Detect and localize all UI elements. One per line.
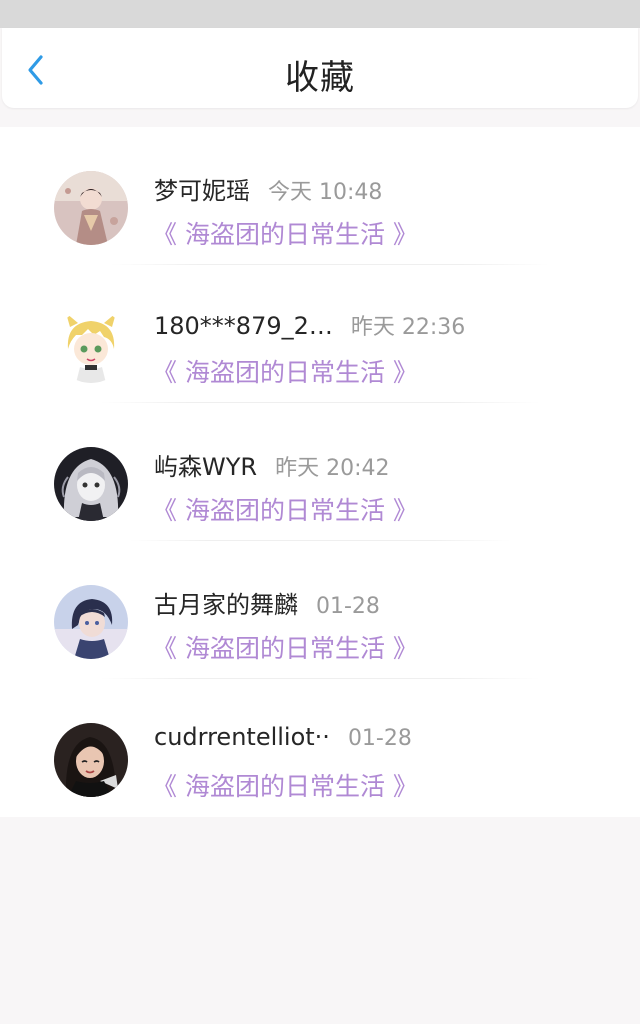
user-name[interactable]: 梦可妮瑶 (154, 171, 250, 206)
avatar[interactable] (54, 585, 128, 659)
user-name[interactable]: 古月家的舞麟 (154, 585, 298, 620)
timestamp: 01-28 (347, 726, 412, 751)
avatar[interactable] (54, 309, 128, 383)
avatar[interactable] (54, 447, 128, 521)
user-name[interactable]: 180***879_2… (154, 312, 333, 340)
name-row: 180***879_2… 昨天 22:36 (154, 309, 465, 341)
favorites-list: 梦可妮瑶 今天 10:48 《 海盗团的日常生活 》 180***879_2… … (0, 127, 640, 817)
name-row: cudrrentelliot·· 01-28 (154, 723, 412, 751)
list-item[interactable]: cudrrentelliot·· 01-28 《 海盗团的日常生活 》 (0, 679, 640, 817)
book-title-link[interactable]: 《 海盗团的日常生活 》 (152, 215, 418, 251)
timestamp: 昨天 22:36 (350, 315, 466, 340)
name-row: 古月家的舞麟 01-28 (154, 585, 380, 620)
book-title-link[interactable]: 《 海盗团的日常生活 》 (152, 629, 418, 665)
list-item[interactable]: 梦可妮瑶 今天 10:48 《 海盗团的日常生活 》 (0, 127, 640, 265)
timestamp: 今天 10:48 (268, 180, 383, 205)
book-title-link[interactable]: 《 海盗团的日常生活 》 (152, 491, 418, 527)
list-item[interactable]: 屿森WYR 昨天 20:42 《 海盗团的日常生活 》 (0, 403, 640, 541)
page-title: 收藏 (285, 58, 355, 98)
user-name[interactable]: 屿森WYR (154, 447, 257, 482)
name-row: 梦可妮瑶 今天 10:48 (154, 171, 382, 206)
book-title-link[interactable]: 《 海盗团的日常生活 》 (152, 767, 418, 803)
user-name[interactable]: cudrrentelliot·· (154, 723, 330, 751)
list-item[interactable]: 180***879_2… 昨天 22:36 《 海盗团的日常生活 》 (0, 265, 640, 403)
timestamp: 昨天 20:42 (275, 456, 390, 481)
status-bar (0, 0, 640, 28)
name-row: 屿森WYR 昨天 20:42 (154, 447, 389, 482)
timestamp: 01-28 (316, 594, 380, 619)
avatar[interactable] (54, 171, 128, 245)
avatar[interactable] (54, 723, 128, 797)
list-item[interactable]: 古月家的舞麟 01-28 《 海盗团的日常生活 》 (0, 541, 640, 679)
book-title-link[interactable]: 《 海盗团的日常生活 》 (152, 353, 418, 389)
header-bar: 收藏 (2, 28, 638, 108)
